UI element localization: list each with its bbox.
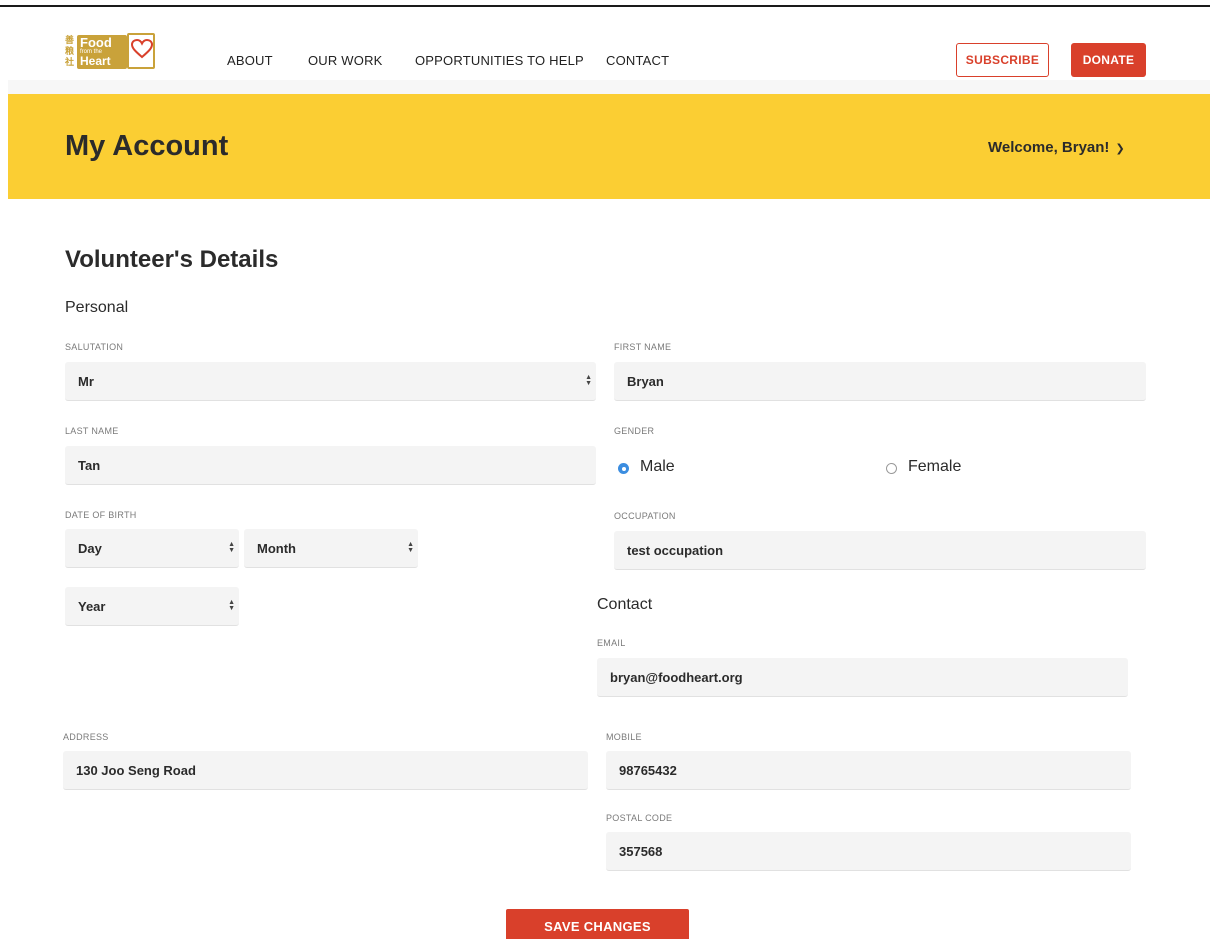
gender-female-label: Female [908,458,962,475]
section-heading: Volunteer's Details [65,246,279,273]
gender-male-label: Male [640,458,675,475]
radio-checked-icon [618,463,629,474]
nav-our-work[interactable]: OUR WORK [308,53,383,68]
address-label: ADDRESS [63,732,109,742]
address-field[interactable]: 130 Joo Seng Road [63,751,588,790]
welcome-text: Welcome, Bryan! [988,139,1110,156]
select-arrows-icon: ▲ ▼ [228,541,235,555]
first-name-label: FIRST NAME [614,342,672,352]
dob-year-select[interactable]: Year ▲ ▼ [65,587,239,626]
occupation-label: OCCUPATION [614,511,676,521]
nav-opportunities[interactable]: OPPORTUNITIES TO HELP [415,53,584,68]
salutation-select[interactable]: Mr ▲ ▼ [65,362,596,401]
user-menu[interactable]: Welcome, Bryan! ❯ [988,139,1125,156]
salutation-label: SALUTATION [65,342,124,352]
first-name-field[interactable]: Bryan [614,362,1146,401]
last-name-label: LAST NAME [65,426,119,436]
first-name-value: Bryan [627,374,664,389]
postal-code-field[interactable]: 357568 [606,832,1131,871]
account-banner: My Account Welcome, Bryan! ❯ [8,94,1210,199]
logo-gold-panel: Food from the Heart [77,35,127,69]
occupation-value: test occupation [627,543,724,558]
radio-unchecked-icon [886,463,897,474]
dob-label: DATE OF BIRTH [65,510,137,520]
subscribe-button[interactable]: SUBSCRIBE [956,43,1049,77]
last-name-field[interactable]: Tan [65,446,596,485]
personal-heading: Personal [65,299,129,316]
site-logo[interactable]: 善粮社 Food from the Heart [65,33,155,71]
postal-code-value: 357568 [619,844,663,859]
logo-mark: Food from the Heart [77,33,155,71]
address-value: 130 Joo Seng Road [76,763,196,778]
nav-about[interactable]: ABOUT [227,53,273,68]
contact-heading: Contact [597,596,653,613]
heart-icon [127,33,155,69]
mobile-field[interactable]: 98765432 [606,751,1131,790]
gender-label: GENDER [614,426,655,436]
dob-year-value: Year [78,599,106,614]
select-arrows-icon: ▲ ▼ [228,599,235,613]
page-title: My Account [65,130,229,162]
page: 善粮社 Food from the Heart ABOUT OUR WORK O… [8,7,1210,939]
nav-contact[interactable]: CONTACT [606,53,669,68]
dob-day-value: Day [78,541,102,556]
logo-chinese-text: 善粮社 [65,35,75,67]
dob-day-select[interactable]: Day ▲ ▼ [65,529,239,568]
logo-text-heart: Heart [80,54,111,68]
postal-code-label: POSTAL CODE [606,813,673,823]
salutation-value: Mr [78,374,94,389]
email-value: bryan@foodheart.org [610,670,743,685]
logo-text-food: Food [80,35,112,50]
dob-month-select[interactable]: Month ▲ ▼ [244,529,418,568]
occupation-field[interactable]: test occupation [614,531,1146,570]
last-name-value: Tan [78,458,101,473]
email-label: EMAIL [597,638,626,648]
save-changes-button[interactable]: SAVE CHANGES [506,909,689,939]
dob-month-value: Month [257,541,296,556]
email-field[interactable]: bryan@foodheart.org [597,658,1128,697]
donate-button[interactable]: DONATE [1071,43,1146,77]
select-arrows-icon: ▲ ▼ [585,374,592,388]
mobile-value: 98765432 [619,763,677,778]
select-arrows-icon: ▲ ▼ [407,541,414,555]
chevron-down-icon: ❯ [1115,143,1125,155]
header-divider [8,80,1210,94]
mobile-label: MOBILE [606,732,642,742]
